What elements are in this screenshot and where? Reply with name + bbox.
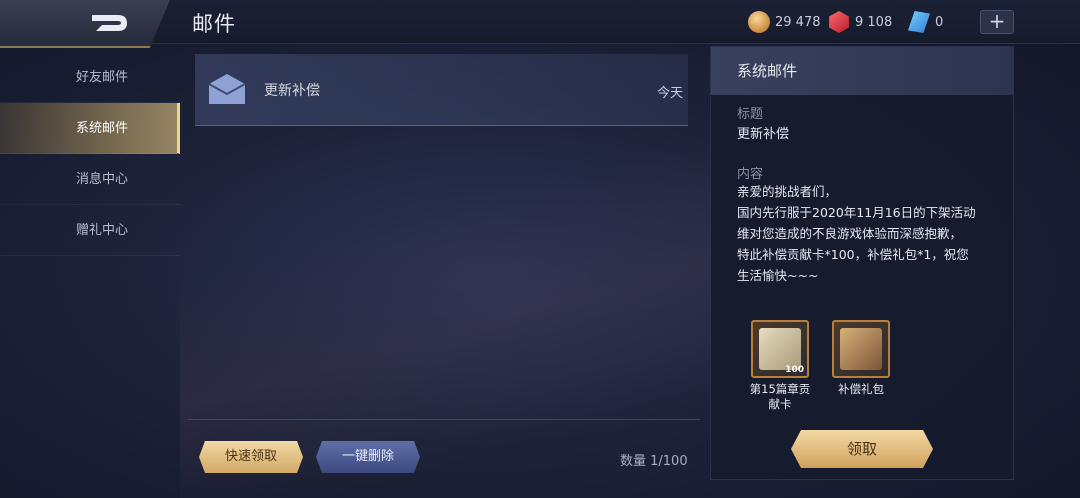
gold-coin-icon <box>748 11 770 33</box>
detail-header: 系统邮件 <box>711 47 1013 95</box>
attachment-item[interactable]: 100 第15篇章贡献卡 <box>747 320 813 412</box>
sidebar-item-label: 消息中心 <box>76 172 129 187</box>
attachment-quantity: 100 <box>785 365 804 375</box>
top-bar: 邮件 29 478 9 108 0 + <box>0 0 1080 48</box>
page-title: 邮件 <box>192 12 236 36</box>
crystal-amount: 0 <box>935 14 944 30</box>
content-label: 内容 <box>737 167 764 182</box>
claim-button[interactable]: 领取 <box>791 430 933 468</box>
gold-amount: 29 478 <box>775 14 821 30</box>
blue-crystal-icon <box>908 11 930 33</box>
back-arrow-icon <box>92 15 127 31</box>
gold-currency: 29 478 <box>748 11 821 33</box>
mail-subject: 更新补偿 <box>264 83 320 99</box>
envelope-icon <box>208 74 246 104</box>
content-line: 维对您造成的不良游戏体验而深感抱歉， <box>737 226 963 241</box>
gift-pack-icon <box>840 328 882 370</box>
attachment-name: 第15篇章贡献卡 <box>749 382 811 411</box>
sidebar: 好友邮件 系统邮件 消息中心 赠礼中心 <box>0 52 180 256</box>
back-button[interactable] <box>0 0 170 48</box>
attachment-name: 补偿礼包 <box>838 382 884 396</box>
content-line: 亲爱的挑战者们， <box>737 184 838 199</box>
attachment-frame <box>832 320 890 378</box>
subject-value: 更新补偿 <box>737 127 790 142</box>
sidebar-item-message-center[interactable]: 消息中心 <box>0 154 180 205</box>
sidebar-item-label: 系统邮件 <box>76 121 129 136</box>
mail-detail-panel: 系统邮件 标题 更新补偿 内容 亲爱的挑战者们， 国内先行服于2020年11月1… <box>710 46 1014 480</box>
content-line: 特此补偿贡献卡*100，补偿礼包*1，祝您 <box>737 247 969 262</box>
contribution-card-icon <box>759 328 801 370</box>
delete-all-button[interactable]: 一键删除 <box>316 441 420 473</box>
sidebar-item-friend-mail[interactable]: 好友邮件 <box>0 52 180 103</box>
mail-content: 亲爱的挑战者们， 国内先行服于2020年11月16日的下架活动 维对您造成的不良… <box>737 181 987 286</box>
red-gem-icon <box>829 11 849 33</box>
attachment-item[interactable]: 补偿礼包 <box>828 320 894 397</box>
attachment-frame: 100 <box>751 320 809 378</box>
divider <box>188 419 700 420</box>
sidebar-item-label: 好友邮件 <box>76 70 129 85</box>
crystal-currency: 0 <box>908 11 943 33</box>
mail-count: 数量 1/100 <box>620 454 688 469</box>
quick-claim-button[interactable]: 快速领取 <box>199 441 303 473</box>
add-currency-button[interactable]: + <box>980 10 1014 34</box>
sidebar-item-label: 赠礼中心 <box>76 223 129 238</box>
sidebar-item-gift-center[interactable]: 赠礼中心 <box>0 205 180 256</box>
content-line: 生活愉快~~~ <box>737 268 819 283</box>
gem-currency: 9 108 <box>828 11 892 33</box>
sidebar-item-system-mail[interactable]: 系统邮件 <box>0 103 180 154</box>
mail-list-item[interactable]: 更新补偿 今天 <box>195 54 688 126</box>
gem-amount: 9 108 <box>855 14 893 30</box>
mail-date: 今天 <box>656 86 683 101</box>
subject-label: 标题 <box>737 107 764 122</box>
content-line: 国内先行服于2020年11月16日的下架活动 <box>737 205 976 220</box>
